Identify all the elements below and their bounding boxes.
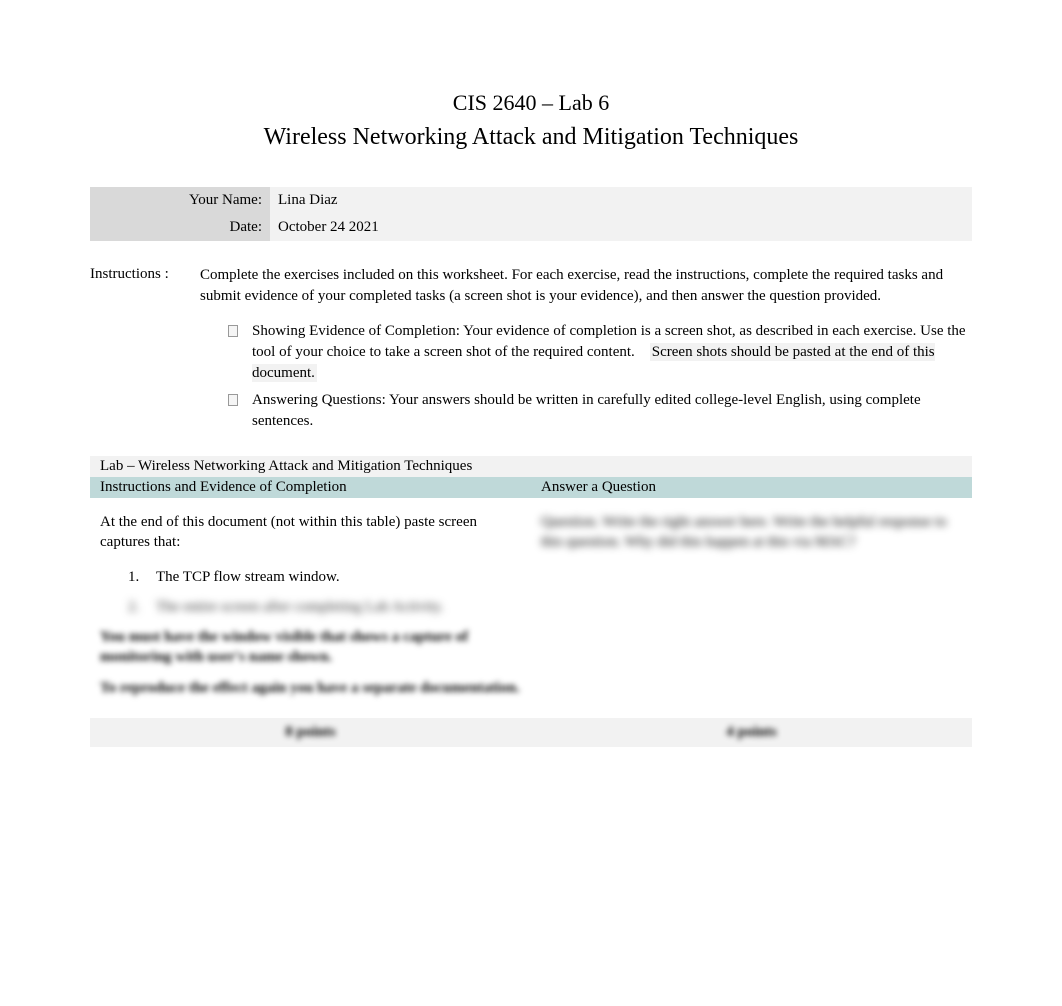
item-number: 2. bbox=[128, 597, 139, 617]
lab-title: Wireless Networking Attack and Mitigatio… bbox=[90, 124, 972, 151]
lab-title-row: Lab – Wireless Networking Attack and Mit… bbox=[90, 456, 972, 477]
course-code-title: CIS 2640 – Lab 6 bbox=[90, 90, 972, 116]
bullet-lead: Answering Questions: bbox=[252, 392, 389, 408]
item-number: 1. bbox=[128, 567, 139, 587]
left-points-cell: 8 points bbox=[90, 718, 531, 747]
right-points-cell: 4 points bbox=[531, 718, 972, 747]
name-value: Lina Diaz bbox=[270, 187, 972, 214]
name-row: Your Name: Lina Diaz bbox=[90, 187, 972, 214]
lab-content-row: At the end of this document (not within … bbox=[90, 498, 972, 718]
points-row: 8 points 4 points bbox=[90, 718, 972, 747]
instructions-bullets: Showing Evidence of Completion: Your evi… bbox=[200, 321, 972, 432]
instructions-section: Instructions : Complete the exercises in… bbox=[90, 265, 972, 438]
date-value: October 24 2021 bbox=[270, 214, 972, 241]
list-item: 2. The entire screen after completing La… bbox=[128, 597, 521, 617]
lab-exercise-table: Lab – Wireless Networking Attack and Mit… bbox=[90, 456, 972, 747]
document-header: CIS 2640 – Lab 6 Wireless Networking Att… bbox=[90, 90, 972, 151]
date-row: Date: October 24 2021 bbox=[90, 214, 972, 241]
instructions-intro: Complete the exercises included on this … bbox=[200, 265, 972, 307]
bullet-evidence: Showing Evidence of Completion: Your evi… bbox=[228, 321, 972, 384]
item-text: The TCP flow stream window. bbox=[156, 569, 340, 585]
list-item: 1. The TCP flow stream window. bbox=[128, 567, 521, 587]
left-points: 8 points bbox=[285, 724, 335, 741]
lab-column-headers: Instructions and Evidence of Completion … bbox=[90, 477, 972, 498]
lab-table-title: Lab – Wireless Networking Attack and Mit… bbox=[90, 456, 972, 477]
bullet-lead: Showing Evidence of Completion: bbox=[252, 323, 463, 339]
blurred-instruction-2: To reproduce the effect again you have a… bbox=[100, 678, 521, 698]
student-info-table: Your Name: Lina Diaz Date: October 24 20… bbox=[90, 187, 972, 241]
date-label: Date: bbox=[90, 214, 270, 241]
blurred-instruction-1: You must have the window visible that sh… bbox=[100, 627, 521, 668]
answer-column-header: Answer a Question bbox=[531, 477, 972, 498]
name-label: Your Name: bbox=[90, 187, 270, 214]
answer-cell: Question. Write the right answer here. W… bbox=[531, 498, 972, 718]
capture-instructions: At the end of this document (not within … bbox=[100, 512, 521, 553]
instructions-cell: At the end of this document (not within … bbox=[90, 498, 531, 718]
bullet-answering: Answering Questions: Your answers should… bbox=[228, 390, 972, 432]
answer-blurred-text: Question. Write the right answer here. W… bbox=[541, 512, 962, 553]
right-points: 4 points bbox=[726, 724, 776, 741]
capture-list: 1. The TCP flow stream window. 2. The en… bbox=[100, 567, 521, 618]
instructions-label: Instructions : bbox=[90, 265, 200, 438]
item-text-blurred: The entire screen after completing Lab A… bbox=[156, 599, 444, 615]
instructions-body: Complete the exercises included on this … bbox=[200, 265, 972, 438]
instructions-column-header: Instructions and Evidence of Completion bbox=[90, 477, 531, 498]
